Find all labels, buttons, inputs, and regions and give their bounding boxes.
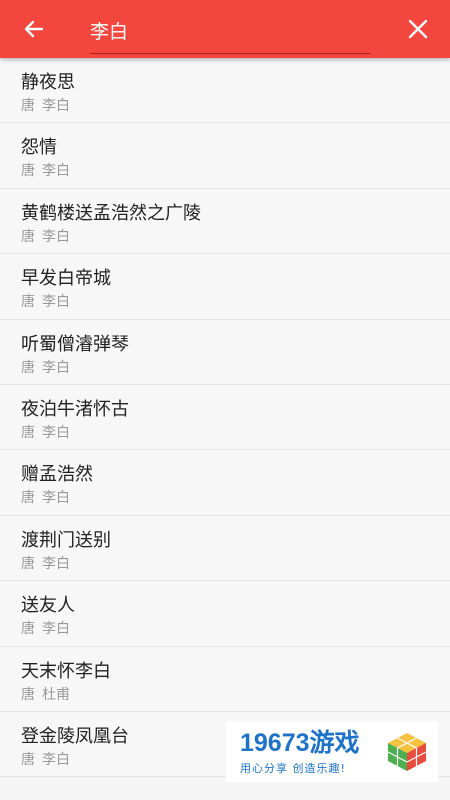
poem-author: 李白 — [42, 555, 70, 572]
poem-title: 赠孟浩然 — [21, 464, 93, 486]
poem-dynasty: 唐 — [21, 555, 35, 572]
poem-author: 李白 — [42, 751, 70, 768]
poem-title: 夜泊牛渚怀古 — [21, 398, 129, 420]
arrow-left-icon — [24, 20, 44, 38]
poem-list-item[interactable]: 天末怀李白 唐杜甫 — [0, 646, 450, 712]
poem-meta: 唐杜甫 — [21, 686, 450, 705]
poem-list-item[interactable]: 渡荆门送别 唐李白 — [0, 515, 450, 582]
app-header — [0, 0, 450, 58]
poem-meta: 唐李白 — [21, 620, 450, 639]
poem-list-item[interactable]: 早发白帝城 唐李白 — [0, 254, 450, 320]
poem-meta: 唐李白 — [21, 424, 450, 443]
watermark-brand-number: 19673 — [240, 728, 310, 757]
watermark-brand: 19673游戏 — [240, 729, 360, 757]
poem-dynasty: 唐 — [21, 751, 35, 768]
poem-dynasty: 唐 — [21, 163, 35, 180]
poem-dynasty: 唐 — [21, 686, 35, 703]
poem-title: 静夜思 — [21, 72, 75, 93]
poem-author: 李白 — [42, 98, 70, 114]
search-input[interactable] — [90, 12, 370, 54]
poem-meta: 唐李白 — [21, 97, 450, 116]
poem-author: 李白 — [42, 163, 70, 180]
poem-dynasty: 唐 — [21, 228, 35, 245]
poem-title: 听蜀僧濬弹琴 — [21, 333, 129, 355]
poem-list-item[interactable]: 夜泊牛渚怀古 唐李白 — [0, 384, 450, 451]
watermark-slogan: 用心分享 创造乐趣! — [240, 761, 346, 775]
poem-meta: 唐李白 — [21, 555, 450, 574]
site-watermark: 19673游戏 用心分享 创造乐趣! — [226, 722, 438, 782]
poem-dynasty: 唐 — [21, 294, 35, 311]
poem-dynasty: 唐 — [21, 621, 35, 638]
poem-author: 李白 — [42, 228, 70, 245]
poem-list-item[interactable]: 赠孟浩然 唐李白 — [0, 450, 450, 516]
poem-title: 怨情 — [21, 137, 57, 159]
poem-list-item[interactable]: 静夜思 唐李白 — [0, 58, 450, 124]
close-icon — [408, 19, 428, 39]
poem-dynasty: 唐 — [21, 98, 35, 114]
poem-dynasty: 唐 — [21, 424, 35, 441]
poem-list-item[interactable]: 听蜀僧濬弹琴 唐李白 — [0, 319, 450, 385]
poem-title: 天末怀李白 — [21, 660, 111, 682]
poem-list-item[interactable]: 怨情 唐李白 — [0, 123, 450, 189]
cube-logo-icon — [387, 733, 427, 771]
poem-author: 李白 — [42, 359, 70, 376]
poem-meta: 唐李白 — [21, 293, 450, 312]
poem-result-list: 静夜思 唐李白 怨情 唐李白 黄鹤楼送孟浩然之广陵 唐李白 早发白帝城 唐李白 … — [0, 58, 450, 778]
poem-dynasty: 唐 — [21, 359, 35, 376]
back-button[interactable] — [14, 9, 54, 49]
poem-author: 李白 — [42, 490, 70, 507]
poem-meta: 唐李白 — [21, 359, 450, 378]
watermark-text: 19673游戏 用心分享 创造乐趣! — [240, 729, 360, 776]
poem-author: 李白 — [42, 294, 70, 311]
poem-title: 黄鹤楼送孟浩然之广陵 — [21, 202, 201, 224]
poem-meta: 唐李白 — [21, 489, 450, 508]
clear-search-button[interactable] — [398, 9, 438, 49]
poem-author: 李白 — [42, 621, 70, 638]
watermark-brand-cn: 游戏 — [309, 728, 360, 757]
poem-author: 李白 — [42, 424, 70, 441]
poem-meta: 唐李白 — [21, 228, 450, 247]
poem-title: 渡荆门送别 — [21, 529, 111, 551]
poem-dynasty: 唐 — [21, 490, 35, 507]
poem-author: 杜甫 — [42, 686, 70, 703]
poem-meta: 唐李白 — [21, 162, 450, 181]
poem-title: 早发白帝城 — [21, 268, 111, 290]
poem-title: 送友人 — [21, 595, 75, 617]
poem-list-item[interactable]: 黄鹤楼送孟浩然之广陵 唐李白 — [0, 188, 450, 255]
poem-list-item[interactable]: 送友人 唐李白 — [0, 581, 450, 647]
